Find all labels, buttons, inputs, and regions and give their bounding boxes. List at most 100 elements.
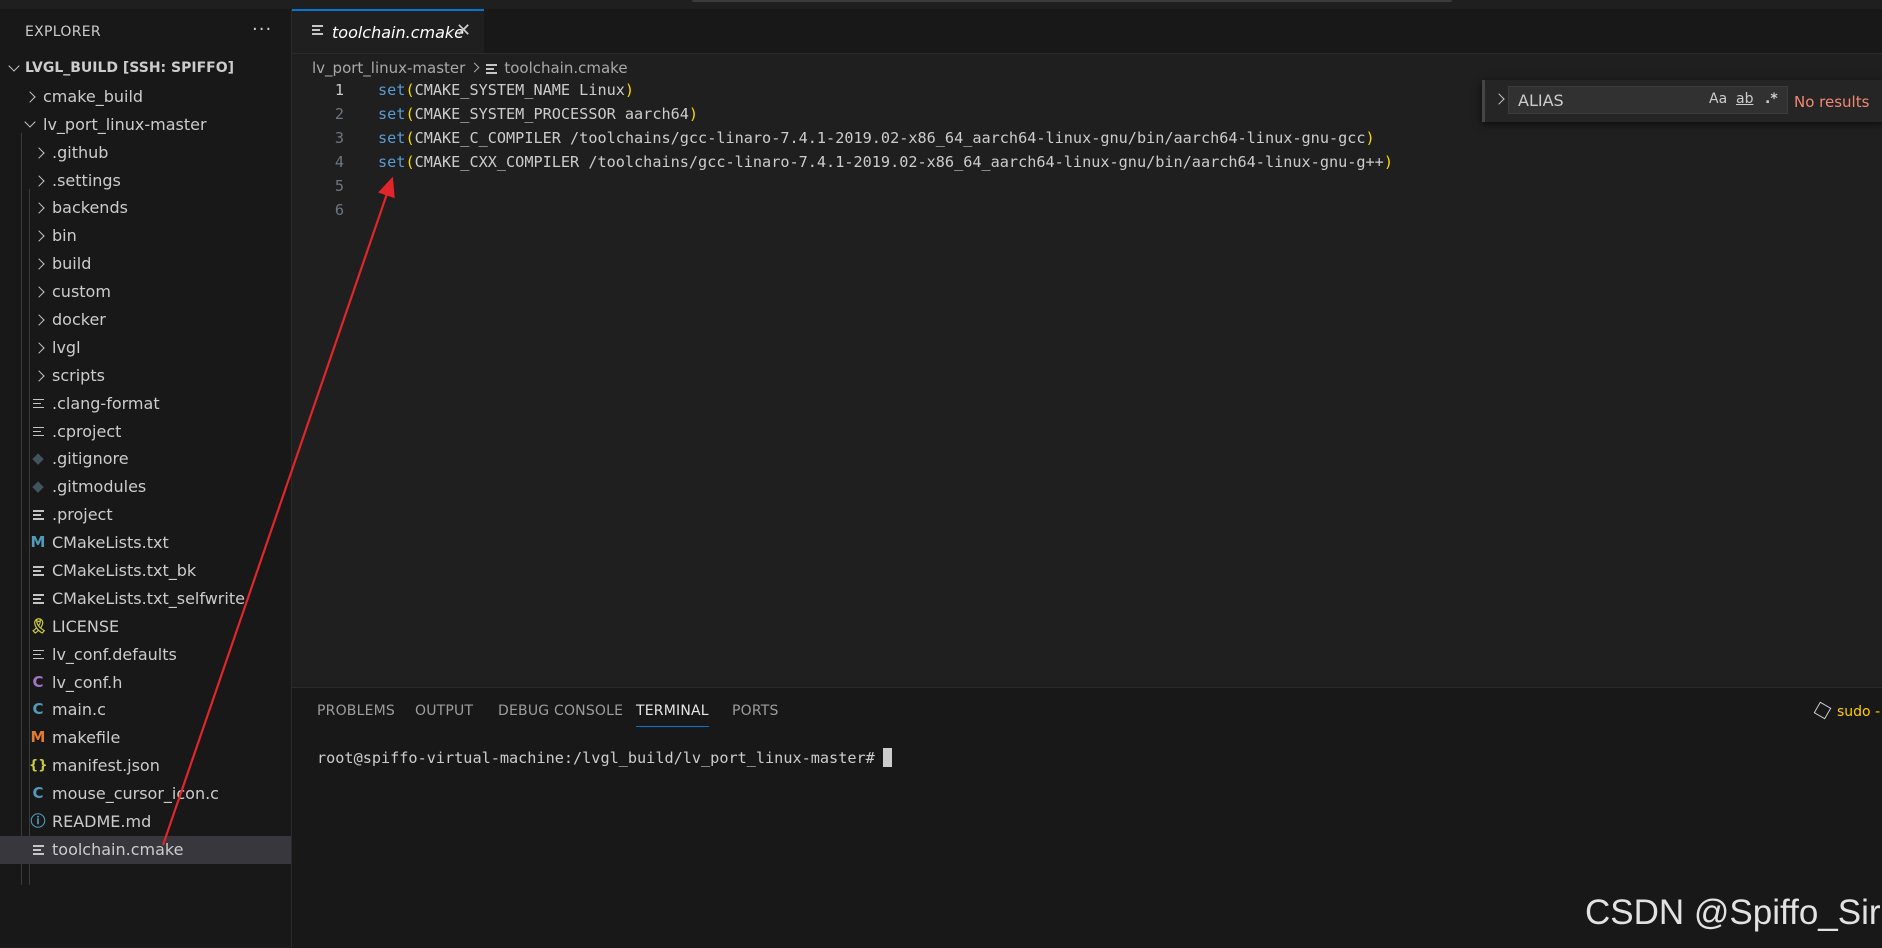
tree-item-label: toolchain.cmake [52,839,184,859]
file-lines-icon [312,25,323,35]
file-item[interactable]: ◆ .gitmodules [0,473,291,501]
file-item[interactable]: Mmakefile [0,724,291,752]
file-item[interactable]: lv_conf.defaults [0,641,291,669]
file-item[interactable]: .clang-format [0,390,291,418]
cmake-m-icon: M [30,533,46,552]
code-paren: ) [688,105,699,123]
terminal-shell-label: sudo - [1837,704,1881,720]
line-source: set(CMAKE_CXX_COMPILER /toolchains/gcc-l… [378,150,1393,174]
file-item[interactable]: Cmain.c [0,696,291,724]
breadcrumb-file[interactable]: toolchain.cmake [504,59,627,77]
code-paren: ( [405,105,415,123]
file-item[interactable]: CMakeLists.txt_bk [0,557,291,585]
tree-item-label: CMakeLists.txt [52,533,169,553]
terminal-shell-selector[interactable]: sudo - [1813,701,1881,720]
folder-item[interactable]: docker [0,306,291,334]
tree-item-label: main.c [52,700,106,720]
folder-item[interactable]: .settings [0,167,291,195]
match-case-icon[interactable]: Aa [1709,91,1727,107]
cube-icon [1813,701,1832,720]
toggle-replace-icon[interactable] [1493,93,1505,105]
file-item[interactable]: .cproject [0,418,291,446]
regex-icon[interactable]: .* [1765,91,1778,107]
file-item[interactable]: ⓘ README.md [0,808,291,836]
watermark: CSDN @Spiffo_Sir [1585,893,1881,932]
chevron-right-icon [33,334,47,362]
c-icon: C [32,784,44,803]
c-header-icon: C [32,672,44,691]
file-lines-icon [29,836,47,864]
folder-item[interactable]: lv_port_linux-master [0,111,291,139]
code-paren: ) [1365,129,1375,147]
tree-item-label: bin [52,226,77,246]
tree-item-label: scripts [52,365,105,385]
code-text: CMAKE_SYSTEM_NAME Linux [414,81,625,99]
find-input[interactable]: ALIAS Aa ab .* [1508,86,1788,114]
code-keyword: set [378,129,406,147]
tree-item-label: .settings [52,170,121,190]
file-item[interactable]: {} manifest.json [0,752,291,780]
file-item[interactable]: .project [0,501,291,529]
chevron-right-icon [33,306,47,334]
code-paren: ) [624,81,635,99]
folder-item[interactable]: .github [0,139,291,167]
file-lines-icon [29,418,47,446]
workspace-root[interactable]: LVGL_BUILD [SSH: SPIFFO] [0,55,291,83]
terminal-cursor [882,748,892,767]
folder-item[interactable]: scripts [0,362,291,390]
tab-output[interactable]: OUTPUT [415,703,473,719]
command-center[interactable] [692,0,1452,2]
file-item[interactable]: ◆ .gitignore [0,445,291,473]
file-item[interactable]: CMakeLists.txt_selfwrite [0,585,291,613]
line-number: 3 [334,129,344,147]
terminal[interactable]: root@spiffo-virtual-machine:/lvgl_build/… [317,748,892,767]
chevron-right-icon [33,167,47,195]
tree-item-label: custom [52,282,111,302]
tab-ports[interactable]: PORTS [732,703,779,719]
folder-item[interactable]: backends [0,194,291,222]
code-text: CMAKE_C_COMPILER /toolchains/gcc-linaro-… [414,129,1366,147]
chevron-right-icon [33,194,47,222]
close-icon[interactable]: ✕ [456,20,471,41]
tree-item-label: .github [52,142,109,162]
folder-item[interactable]: lvgl [0,334,291,362]
folder-item[interactable]: cmake_build [0,83,291,111]
chevron-right-icon [33,250,47,278]
find-input-value: ALIAS [1518,91,1564,110]
terminal-prompt: root@spiffo-virtual-machine:/lvgl_build/… [317,749,875,767]
tab-toolchain-cmake[interactable]: toolchain.cmake ✕ [292,9,484,53]
code-text: CMAKE_CXX_COMPILER /toolchains/gcc-linar… [414,153,1384,171]
tab-debug-console[interactable]: DEBUG CONSOLE [498,703,623,719]
file-item[interactable]: 🎗 LICENSE [0,613,291,641]
breadcrumb-folder[interactable]: lv_port_linux-master [312,59,465,77]
folder-item[interactable]: build [0,250,291,278]
tree-item-label: LICENSE [52,616,120,636]
tree-item-label: lv_conf.h [52,672,123,692]
chevron-right-icon [33,278,47,306]
tree-item-label: docker [52,310,106,330]
folder-item[interactable]: bin [0,222,291,250]
file-item[interactable]: toolchain.cmake [0,835,291,864]
tree-item-label: lvgl [52,337,81,357]
git-icon: ◆ [32,477,44,496]
tree-item-label: .gitignore [52,449,129,469]
tab-problems[interactable]: PROBLEMS [317,703,395,719]
tree-item-label: CMakeLists.txt_selfwrite [52,588,245,608]
tab-terminal[interactable]: TERMINAL [636,703,709,727]
file-item[interactable]: Clv_conf.h [0,669,291,697]
c-icon: C [32,700,44,719]
tree-item-label: build [52,254,92,274]
file-item[interactable]: M CMakeLists.txt [0,529,291,557]
code-paren: ( [405,129,415,147]
more-actions-icon[interactable]: ··· [252,19,272,40]
code-keyword: set [378,81,406,99]
file-item[interactable]: Cmouse_cursor_icon.c [0,780,291,808]
folder-item[interactable]: custom [0,278,291,306]
chevron-right-icon [24,83,38,111]
tab-label: toolchain.cmake [332,23,465,42]
file-lines-icon [29,501,47,529]
tree-item-label: mouse_cursor_icon.c [52,784,219,804]
whole-word-icon[interactable]: ab [1736,91,1753,107]
line-source: set(CMAKE_SYSTEM_NAME Linux) [378,78,634,102]
tree-item-label: lv_conf.defaults [52,644,177,664]
